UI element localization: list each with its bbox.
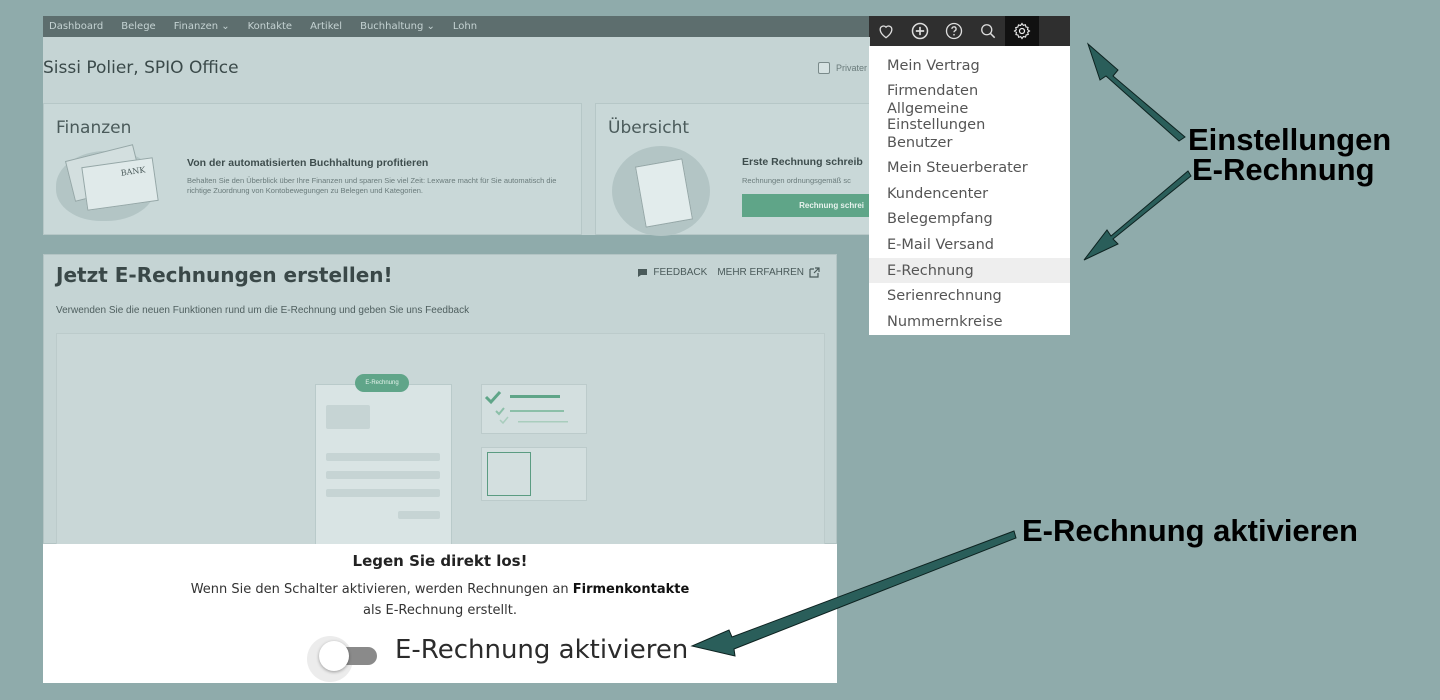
nav-buchhaltung[interactable]: Buchhaltung ⌄	[360, 21, 435, 32]
menu-item-e-rechnung[interactable]: E-Rechnung	[869, 257, 1070, 284]
sheet-line	[398, 511, 440, 519]
finance-text: Behalten Sie den Überblick über Ihre Fin…	[187, 176, 557, 195]
help-icon[interactable]	[937, 16, 971, 46]
top-nav: Dashboard Belege Finanzen ⌄ Kontakte Art…	[43, 16, 870, 37]
gear-icon[interactable]	[1005, 16, 1039, 46]
sheet-line	[326, 489, 440, 497]
activation-text-bold: Firmenkontakte	[572, 582, 690, 597]
more-label: MEHR ERFAHREN	[717, 267, 804, 278]
more-link[interactable]: MEHR ERFAHREN	[717, 267, 820, 278]
image-frame	[487, 452, 531, 496]
finance-card: Finanzen BANK Von der automatisierten Bu…	[43, 103, 582, 235]
activation-heading: Legen Sie direkt los!	[352, 552, 528, 570]
activation-text-pre: Wenn Sie den Schalter aktivieren, werden…	[190, 582, 573, 597]
overview-headline: Erste Rechnung schreib	[742, 156, 863, 168]
checklist-illustration	[481, 384, 587, 434]
einvoice-title: Jetzt E-Rechnungen erstellen!	[56, 263, 393, 287]
feedback-icon	[638, 268, 648, 277]
top-toolbar	[869, 16, 1070, 46]
private-label: Privater	[836, 63, 868, 73]
arrow-to-e-rechnung	[1083, 170, 1192, 261]
private-checkbox[interactable]: Privater	[818, 62, 867, 74]
nav-kontakte[interactable]: Kontakte	[248, 21, 292, 32]
feedback-link[interactable]: FEEDBACK	[637, 267, 707, 278]
heart-icon[interactable]	[869, 16, 903, 46]
toggle-knob[interactable]	[319, 641, 349, 671]
menu-item-email-versand[interactable]: E-Mail Versand	[869, 232, 1070, 258]
finance-headline: Von der automatisierten Buchhaltung prof…	[187, 157, 429, 169]
write-invoice-button[interactable]: Rechnung schrei	[742, 194, 870, 217]
bank-label: BANK	[120, 165, 146, 178]
checkmark-icon	[484, 390, 568, 425]
nav-dashboard[interactable]: Dashboard	[49, 21, 103, 32]
menu-item-kundencenter[interactable]: Kundencenter	[869, 181, 1070, 207]
company-name: Sissi Polier, SPIO Office	[43, 58, 239, 78]
plus-circle-icon[interactable]	[903, 16, 937, 46]
invoice-sheet-illustration	[315, 384, 452, 546]
activation-text-line2: als E-Rechnung erstellt.	[363, 603, 517, 618]
nav-artikel[interactable]: Artikel	[310, 21, 342, 32]
menu-item-nummernkreise[interactable]: Nummernkreise	[869, 309, 1070, 335]
checkbox-box[interactable]	[818, 62, 830, 74]
einvoice-subtitle: Verwenden Sie die neuen Funktionen rund …	[56, 305, 470, 316]
image-card-illustration	[481, 447, 587, 501]
toggle-label[interactable]: E-Rechnung aktivieren	[395, 635, 688, 665]
overview-card: Übersicht Erste Rechnung schreib Rechnun…	[595, 103, 870, 236]
menu-item-benutzer[interactable]: Benutzer	[869, 130, 1070, 156]
annotation-e-rechnung: E-Rechnung	[1192, 152, 1375, 187]
sheet-line	[326, 453, 440, 461]
menu-item-mein-steuerberater[interactable]: Mein Steuerberater	[869, 155, 1070, 181]
nav-finanzen[interactable]: Finanzen ⌄	[174, 21, 230, 32]
einvoice-links: FEEDBACK MEHR ERFAHREN	[637, 267, 820, 278]
settings-dropdown: Mein Vertrag Firmendaten Allgemeine Eins…	[869, 46, 1070, 335]
nav-lohn[interactable]: Lohn	[453, 21, 477, 32]
search-icon[interactable]	[971, 16, 1005, 46]
activation-section: Legen Sie direkt los! Wenn Sie den Schal…	[43, 544, 837, 683]
einvoice-pill: E-Rechnung	[355, 374, 409, 392]
finance-card-title: Finanzen	[56, 118, 132, 138]
annotation-activate: E-Rechnung aktivieren	[1022, 513, 1358, 548]
activation-text: Wenn Sie den Schalter aktivieren, werden…	[43, 582, 837, 597]
overview-text: Rechnungen ordnungsgemäß sc	[742, 176, 851, 185]
arrow-to-settings	[1086, 42, 1186, 142]
menu-item-belegempfang[interactable]: Belegempfang	[869, 207, 1070, 233]
feedback-label: FEEDBACK	[653, 267, 708, 278]
sheet-block	[326, 405, 370, 429]
sheet-line	[326, 471, 440, 479]
overview-card-title: Übersicht	[608, 118, 690, 138]
einvoice-illustration: E-Rechnung	[56, 333, 825, 546]
external-link-icon	[809, 267, 820, 278]
einvoice-panel: Jetzt E-Rechnungen erstellen! FEEDBACK M…	[43, 254, 837, 546]
menu-item-mein-vertrag[interactable]: Mein Vertrag	[869, 53, 1070, 79]
menu-item-serienrechnung[interactable]: Serienrechnung	[869, 283, 1070, 309]
einvoice-toggle[interactable]	[307, 636, 381, 682]
menu-item-allgemeine-einstellungen[interactable]: Allgemeine Einstellungen	[869, 101, 1070, 133]
nav-belege[interactable]: Belege	[121, 21, 155, 32]
